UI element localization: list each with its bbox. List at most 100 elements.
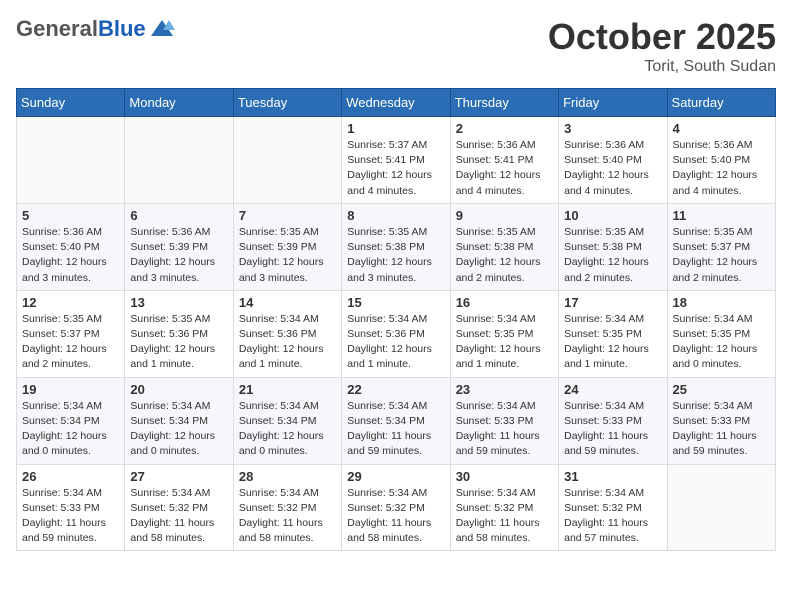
calendar-cell: 6Sunrise: 5:36 AM Sunset: 5:39 PM Daylig… [125, 203, 233, 290]
day-number: 24 [564, 382, 661, 397]
day-number: 7 [239, 208, 336, 223]
day-content: Sunrise: 5:34 AM Sunset: 5:32 PM Dayligh… [347, 486, 444, 547]
calendar-cell: 4 Sunrise: 5:36 AM Sunset: 5:40 PM Daylig… [667, 117, 775, 204]
day-number: 20 [130, 382, 227, 397]
day-content: Sunrise: 5:34 AM Sunset: 5:34 PM Dayligh… [130, 399, 227, 460]
weekday-header: Sunday [17, 89, 125, 117]
day-number: 18 [673, 295, 770, 310]
day-content: Sunrise: 5:35 AM Sunset: 5:38 PM Dayligh… [564, 225, 661, 286]
weekday-header: Saturday [667, 89, 775, 117]
day-number: 13 [130, 295, 227, 310]
calendar-cell: 27 Sunrise: 5:34 AM Sunset: 5:32 PM Dayli… [125, 464, 233, 551]
month-title: October 2025 [548, 16, 776, 58]
day-content: Sunrise: 5:34 AM Sunset: 5:34 PM Dayligh… [347, 399, 444, 460]
weekday-header: Friday [559, 89, 667, 117]
day-content: Sunrise: 5:34 AM Sunset: 5:35 PM Dayligh… [564, 312, 661, 373]
calendar-week-row: 12 Sunrise: 5:35 AM Sunset: 5:37 PM Dayli… [17, 290, 776, 377]
day-number: 23 [456, 382, 553, 397]
day-content: Sunrise: 5:34 AM Sunset: 5:32 PM Dayligh… [456, 486, 553, 547]
day-content: Sunrise: 5:36 AM Sunset: 5:40 PM Dayligh… [673, 138, 770, 199]
day-number: 22 [347, 382, 444, 397]
calendar-cell: 7 Sunrise: 5:35 AM Sunset: 5:39 PM Daylig… [233, 203, 341, 290]
calendar-week-row: 1Sunrise: 5:37 AM Sunset: 5:41 PM Daylig… [17, 117, 776, 204]
day-number: 14 [239, 295, 336, 310]
calendar-week-row: 19 Sunrise: 5:34 AM Sunset: 5:34 PM Dayli… [17, 377, 776, 464]
day-content: Sunrise: 5:36 AM Sunset: 5:40 PM Dayligh… [22, 225, 119, 286]
calendar-cell: 1Sunrise: 5:37 AM Sunset: 5:41 PM Daylig… [342, 117, 450, 204]
weekday-header: Wednesday [342, 89, 450, 117]
day-content: Sunrise: 5:37 AM Sunset: 5:41 PM Dayligh… [347, 138, 444, 199]
calendar-cell: 23 Sunrise: 5:34 AM Sunset: 5:33 PM Dayli… [450, 377, 558, 464]
calendar-cell [125, 117, 233, 204]
calendar-cell: 19 Sunrise: 5:34 AM Sunset: 5:34 PM Dayli… [17, 377, 125, 464]
day-number: 27 [130, 469, 227, 484]
calendar-cell: 10 Sunrise: 5:35 AM Sunset: 5:38 PM Dayli… [559, 203, 667, 290]
weekday-header: Thursday [450, 89, 558, 117]
day-content: Sunrise: 5:34 AM Sunset: 5:34 PM Dayligh… [239, 399, 336, 460]
location-title: Torit, South Sudan [548, 58, 776, 76]
calendar-cell: 26Sunrise: 5:34 AM Sunset: 5:33 PM Dayli… [17, 464, 125, 551]
day-content: Sunrise: 5:34 AM Sunset: 5:33 PM Dayligh… [673, 399, 770, 460]
day-number: 12 [22, 295, 119, 310]
day-number: 17 [564, 295, 661, 310]
day-number: 4 [673, 121, 770, 136]
calendar-cell: 9Sunrise: 5:35 AM Sunset: 5:38 PM Daylig… [450, 203, 558, 290]
weekday-header: Tuesday [233, 89, 341, 117]
calendar-header-row: SundayMondayTuesdayWednesdayThursdayFrid… [17, 89, 776, 117]
day-content: Sunrise: 5:35 AM Sunset: 5:37 PM Dayligh… [22, 312, 119, 373]
calendar-cell: 31Sunrise: 5:34 AM Sunset: 5:32 PM Dayli… [559, 464, 667, 551]
day-number: 19 [22, 382, 119, 397]
calendar-cell: 17 Sunrise: 5:34 AM Sunset: 5:35 PM Dayli… [559, 290, 667, 377]
calendar-cell: 13 Sunrise: 5:35 AM Sunset: 5:36 PM Dayli… [125, 290, 233, 377]
calendar-cell: 24Sunrise: 5:34 AM Sunset: 5:33 PM Dayli… [559, 377, 667, 464]
day-content: Sunrise: 5:34 AM Sunset: 5:32 PM Dayligh… [564, 486, 661, 547]
calendar-cell: 20 Sunrise: 5:34 AM Sunset: 5:34 PM Dayli… [125, 377, 233, 464]
calendar-cell [233, 117, 341, 204]
day-number: 28 [239, 469, 336, 484]
day-content: Sunrise: 5:34 AM Sunset: 5:33 PM Dayligh… [456, 399, 553, 460]
day-number: 9 [456, 208, 553, 223]
calendar-cell: 12 Sunrise: 5:35 AM Sunset: 5:37 PM Dayli… [17, 290, 125, 377]
day-number: 15 [347, 295, 444, 310]
logo-blue: Blue [98, 16, 146, 42]
day-content: Sunrise: 5:35 AM Sunset: 5:39 PM Dayligh… [239, 225, 336, 286]
calendar-week-row: 26Sunrise: 5:34 AM Sunset: 5:33 PM Dayli… [17, 464, 776, 551]
calendar-cell: 11 Sunrise: 5:35 AM Sunset: 5:37 PM Dayli… [667, 203, 775, 290]
day-number: 2 [456, 121, 553, 136]
logo-icon [149, 18, 175, 40]
day-content: Sunrise: 5:36 AM Sunset: 5:41 PM Dayligh… [456, 138, 553, 199]
day-number: 10 [564, 208, 661, 223]
logo: GeneralBlue [16, 16, 175, 42]
day-number: 29 [347, 469, 444, 484]
calendar-cell: 29 Sunrise: 5:34 AM Sunset: 5:32 PM Dayli… [342, 464, 450, 551]
day-content: Sunrise: 5:34 AM Sunset: 5:33 PM Dayligh… [22, 486, 119, 547]
day-content: Sunrise: 5:34 AM Sunset: 5:35 PM Dayligh… [456, 312, 553, 373]
calendar-cell: 16Sunrise: 5:34 AM Sunset: 5:35 PM Dayli… [450, 290, 558, 377]
day-content: Sunrise: 5:34 AM Sunset: 5:36 PM Dayligh… [347, 312, 444, 373]
calendar-cell [17, 117, 125, 204]
day-content: Sunrise: 5:34 AM Sunset: 5:32 PM Dayligh… [130, 486, 227, 547]
calendar-cell: 3 Sunrise: 5:36 AM Sunset: 5:40 PM Daylig… [559, 117, 667, 204]
day-number: 3 [564, 121, 661, 136]
day-content: Sunrise: 5:36 AM Sunset: 5:40 PM Dayligh… [564, 138, 661, 199]
day-content: Sunrise: 5:36 AM Sunset: 5:39 PM Dayligh… [130, 225, 227, 286]
day-content: Sunrise: 5:34 AM Sunset: 5:34 PM Dayligh… [22, 399, 119, 460]
calendar-week-row: 5 Sunrise: 5:36 AM Sunset: 5:40 PM Daylig… [17, 203, 776, 290]
calendar-cell: 30 Sunrise: 5:34 AM Sunset: 5:32 PM Dayli… [450, 464, 558, 551]
calendar-cell: 5 Sunrise: 5:36 AM Sunset: 5:40 PM Daylig… [17, 203, 125, 290]
day-number: 11 [673, 208, 770, 223]
calendar-cell: 2 Sunrise: 5:36 AM Sunset: 5:41 PM Daylig… [450, 117, 558, 204]
day-content: Sunrise: 5:35 AM Sunset: 5:38 PM Dayligh… [347, 225, 444, 286]
calendar-table: SundayMondayTuesdayWednesdayThursdayFrid… [16, 88, 776, 551]
calendar-cell: 25Sunrise: 5:34 AM Sunset: 5:33 PM Dayli… [667, 377, 775, 464]
day-content: Sunrise: 5:35 AM Sunset: 5:36 PM Dayligh… [130, 312, 227, 373]
title-block: October 2025 Torit, South Sudan [548, 16, 776, 76]
day-content: Sunrise: 5:35 AM Sunset: 5:37 PM Dayligh… [673, 225, 770, 286]
day-number: 30 [456, 469, 553, 484]
day-content: Sunrise: 5:34 AM Sunset: 5:32 PM Dayligh… [239, 486, 336, 547]
logo-general: General [16, 16, 98, 42]
day-number: 5 [22, 208, 119, 223]
weekday-header: Monday [125, 89, 233, 117]
day-content: Sunrise: 5:34 AM Sunset: 5:36 PM Dayligh… [239, 312, 336, 373]
calendar-cell: 15 Sunrise: 5:34 AM Sunset: 5:36 PM Dayli… [342, 290, 450, 377]
